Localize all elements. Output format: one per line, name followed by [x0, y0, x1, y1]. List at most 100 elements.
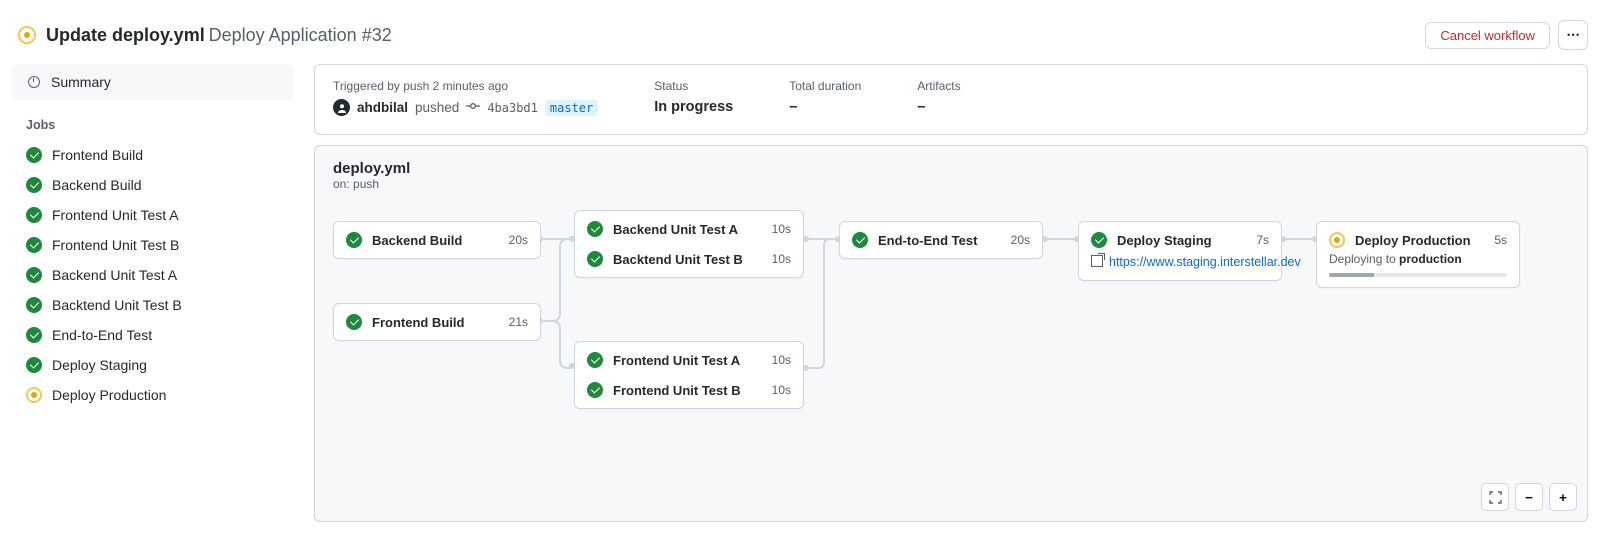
graph-workflow-file: deploy.yml	[333, 160, 1569, 177]
node-duration: 21s	[509, 315, 528, 329]
info-artifacts-value: –	[917, 99, 960, 115]
sidebar: Summary Jobs Frontend Build Backend Build…	[12, 64, 294, 522]
kebab-icon: ⋯	[1566, 27, 1579, 43]
node-label: End-to-End Test	[878, 233, 1001, 248]
workflow-title: Update deploy.yml	[46, 25, 205, 45]
check-icon	[26, 207, 42, 223]
plus-icon: +	[1559, 490, 1567, 505]
avatar[interactable]	[333, 99, 350, 116]
node-frontend-tests[interactable]: Frontend Unit Test A 10s Frontend Unit T…	[574, 341, 804, 409]
graph-trigger-line: on: push	[333, 177, 1569, 191]
node-label: Deploy Production	[1355, 233, 1484, 248]
sidebar-job-label: Deploy Staging	[52, 357, 147, 373]
sidebar-summary[interactable]: Summary	[12, 64, 294, 100]
minus-icon: −	[1525, 490, 1533, 505]
node-backend-tests[interactable]: Backend Unit Test A 10s Backtend Unit Te…	[574, 210, 804, 278]
sidebar-job-item[interactable]: Backend Unit Test A	[12, 260, 294, 290]
node-duration: 7s	[1256, 233, 1269, 247]
sidebar-job-label: Backend Build	[52, 177, 142, 193]
node-link-url[interactable]: https://www.staging.interstellar.dev	[1109, 255, 1301, 269]
check-icon	[26, 357, 42, 373]
sidebar-job-item[interactable]: Deploy Staging	[12, 350, 294, 380]
node-deploy-staging[interactable]: Deploy Staging 7s https://www.staging.in…	[1078, 221, 1282, 281]
run-info-panel: Triggered by push 2 minutes ago ahdbilal…	[314, 64, 1588, 135]
node-frontend-build[interactable]: Frontend Build 21s	[333, 303, 541, 341]
info-status-label: Status	[654, 79, 733, 93]
sidebar-job-item[interactable]: End-to-End Test	[12, 320, 294, 350]
node-label: Backtend Unit Test B	[613, 252, 762, 267]
node-duration: 10s	[772, 383, 791, 397]
fullscreen-icon	[1489, 491, 1502, 504]
check-icon	[26, 147, 42, 163]
sidebar-job-item[interactable]: Frontend Unit Test B	[12, 230, 294, 260]
running-icon	[1329, 232, 1345, 248]
sidebar-jobs-heading: Jobs	[12, 100, 294, 140]
node-backend-build[interactable]: Backend Build 20s	[333, 221, 541, 259]
graph-zoom-in-button[interactable]: +	[1549, 483, 1577, 511]
check-icon	[26, 297, 42, 313]
node-progress-message: Deploying to production	[1329, 252, 1507, 266]
node-duration: 20s	[509, 233, 528, 247]
check-icon	[26, 267, 42, 283]
more-actions-button[interactable]: ⋯	[1558, 20, 1588, 50]
running-icon	[26, 387, 42, 403]
node-duration: 5s	[1494, 233, 1507, 247]
node-duration: 10s	[772, 252, 791, 266]
sidebar-job-label: Backend Unit Test A	[52, 267, 177, 283]
info-trigger-text: Triggered by push 2 minutes ago	[333, 79, 598, 93]
info-commit-sha[interactable]: 4ba3bd1	[487, 101, 538, 115]
sidebar-job-item[interactable]: Frontend Build	[12, 140, 294, 170]
check-icon	[26, 237, 42, 253]
check-icon	[1091, 232, 1107, 248]
workflow-graph-panel: deploy.yml on: push	[314, 145, 1588, 522]
workflow-running-icon	[18, 26, 36, 44]
sidebar-job-item[interactable]: Frontend Unit Test A	[12, 200, 294, 230]
sidebar-job-label: Deploy Production	[52, 387, 166, 403]
node-label: Frontend Unit Test A	[613, 353, 762, 368]
node-duration: 10s	[772, 222, 791, 236]
node-duration: 20s	[1011, 233, 1030, 247]
node-label: Frontend Build	[372, 315, 499, 330]
node-duration: 10s	[772, 353, 791, 367]
sidebar-job-label: Backtend Unit Test B	[52, 297, 182, 313]
meter-icon	[26, 74, 42, 90]
check-icon	[587, 352, 603, 368]
commit-icon	[466, 99, 480, 116]
sidebar-summary-label: Summary	[51, 74, 111, 90]
sidebar-job-label: Frontend Unit Test A	[52, 207, 179, 223]
check-icon	[587, 221, 603, 237]
node-label: Frontend Unit Test B	[613, 383, 762, 398]
info-duration-col: Total duration –	[789, 79, 861, 116]
check-icon	[346, 314, 362, 330]
node-label: Deploy Staging	[1117, 233, 1246, 248]
node-e2e[interactable]: End-to-End Test 20s	[839, 221, 1043, 259]
check-icon	[587, 251, 603, 267]
info-branch[interactable]: master	[545, 100, 598, 116]
sidebar-job-item[interactable]: Deploy Production	[12, 380, 294, 410]
check-icon	[346, 232, 362, 248]
check-icon	[587, 382, 603, 398]
node-deploy-production[interactable]: Deploy Production 5s Deploying to produc…	[1316, 221, 1520, 288]
cancel-workflow-button[interactable]: Cancel workflow	[1425, 22, 1550, 49]
info-actor-action: pushed	[415, 100, 459, 115]
sidebar-job-item[interactable]: Backend Build	[12, 170, 294, 200]
sidebar-job-label: Frontend Unit Test B	[52, 237, 179, 253]
info-actor[interactable]: ahdbilal	[357, 100, 408, 115]
info-status-value: In progress	[654, 99, 733, 115]
info-status-col: Status In progress	[654, 79, 733, 116]
node-label: Backend Unit Test A	[613, 222, 762, 237]
info-artifacts-col: Artifacts –	[917, 79, 960, 116]
check-icon	[852, 232, 868, 248]
graph-zoom-out-button[interactable]: −	[1515, 483, 1543, 511]
sidebar-job-item[interactable]: Backtend Unit Test B	[12, 290, 294, 320]
workflow-subtitle: Deploy Application #32	[209, 25, 392, 45]
progress-bar	[1329, 273, 1507, 277]
sidebar-job-label: End-to-End Test	[52, 327, 152, 343]
external-link-icon	[1091, 254, 1103, 270]
info-duration-label: Total duration	[789, 79, 861, 93]
info-trigger-col: Triggered by push 2 minutes ago ahdbilal…	[333, 79, 598, 116]
graph-fullscreen-button[interactable]	[1481, 483, 1509, 511]
check-icon	[26, 327, 42, 343]
sidebar-job-label: Frontend Build	[52, 147, 143, 163]
node-label: Backend Build	[372, 233, 499, 248]
